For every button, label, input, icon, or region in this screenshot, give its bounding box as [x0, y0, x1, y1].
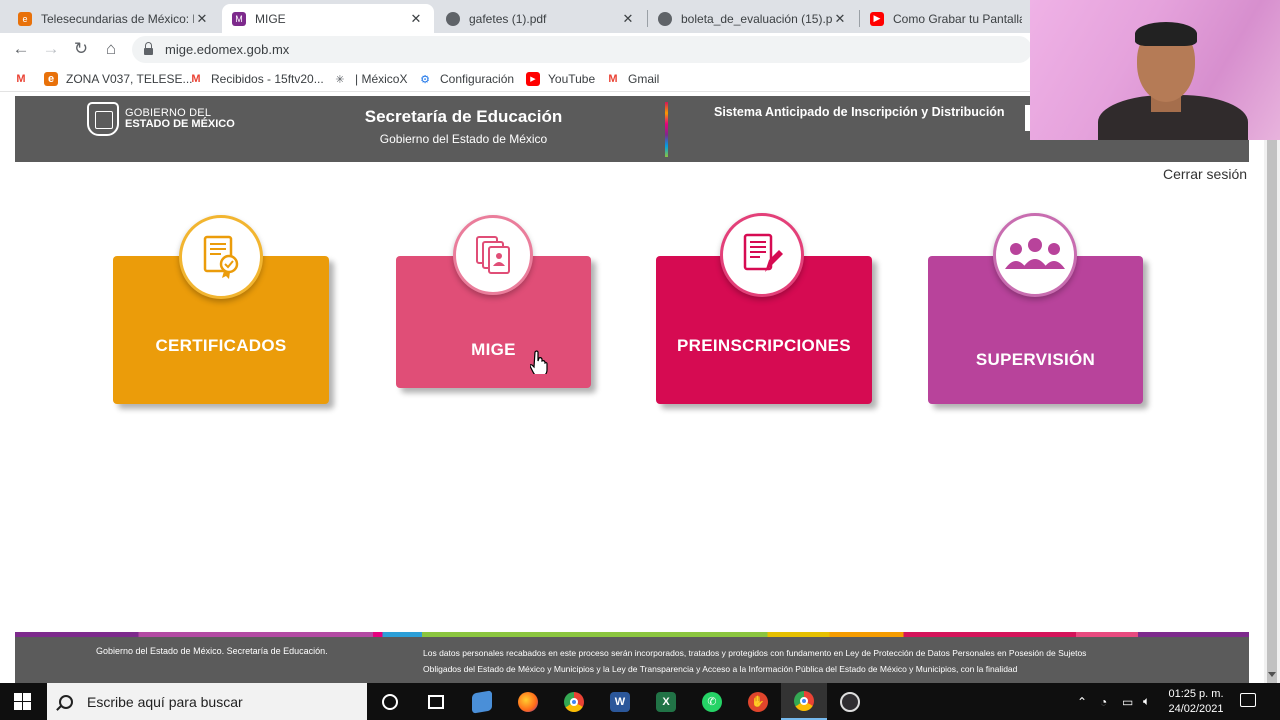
edomex-logo[interactable]: GOBIERNO DEL ESTADO DE MÉXICO — [87, 102, 235, 136]
footer-privacy-notice: Los datos personales recabados en este p… — [423, 648, 1087, 674]
tab-close-icon[interactable]: ✕ — [832, 11, 848, 27]
windows-start-icon[interactable] — [14, 693, 31, 710]
bookmark-recibidos[interactable]: M Recibidos - 15ftv20... — [189, 70, 324, 88]
tab-close-icon[interactable]: ✕ — [194, 11, 210, 27]
bookmark-gmail[interactable]: M Gmail — [606, 70, 659, 88]
footer-copyright: Gobierno del Estado de México. Secretarí… — [96, 646, 328, 656]
gear-icon: ⚙ — [420, 73, 430, 86]
file-explorer-icon[interactable] — [459, 683, 505, 720]
firefox-icon[interactable] — [505, 683, 551, 720]
mexicox-icon: ✳ — [335, 73, 345, 86]
bookmark-zona[interactable]: e ZONA V037, TELESE... — [44, 70, 193, 88]
scroll-down-icon[interactable] — [1268, 672, 1276, 677]
address-bar[interactable]: mige.edomex.gob.mx — [132, 36, 1032, 63]
tab-favicon-icon: e — [18, 11, 32, 26]
tab-title: MIGE — [255, 11, 286, 26]
obs-icon[interactable] — [827, 683, 873, 720]
chrome-icon[interactable] — [551, 683, 597, 720]
tab-close-icon[interactable]: ✕ — [408, 11, 424, 27]
tab-title: Como Grabar tu Pantalla de — [893, 11, 1022, 26]
coat-of-arms-icon — [87, 102, 119, 136]
cortana-icon[interactable] — [367, 683, 413, 720]
header-title: Secretaría de Educación — [364, 107, 563, 126]
bookmark-youtube[interactable]: ▶ YouTube — [526, 70, 595, 88]
forward-arrow-icon[interactable]: → — [40, 38, 62, 60]
bookmark-label: YouTube — [548, 72, 596, 86]
card-label: PREINSCRIPCIONES — [677, 336, 851, 355]
tab-close-icon[interactable]: ✕ — [620, 11, 636, 27]
bookmark-label: ZONA V037, TELESE... — [66, 72, 193, 86]
gmail-icon: M — [191, 73, 201, 85]
chrome-active-icon[interactable] — [781, 683, 827, 720]
telesecundaria-icon: e — [44, 72, 58, 86]
taskbar-search-placeholder: Escribe aquí para buscar — [87, 693, 243, 710]
tab-title: gafetes (1).pdf — [469, 11, 547, 26]
word-icon[interactable]: W — [597, 683, 643, 720]
battery-icon[interactable]: ▭ — [1122, 683, 1133, 720]
secretaria-title: Secretaría de Educación Gobierno del Est… — [335, 107, 592, 146]
notification-icon[interactable] — [1240, 693, 1256, 707]
header-divider — [665, 102, 668, 157]
webcam-overlay — [1030, 0, 1280, 140]
lock-icon — [144, 42, 153, 55]
card-label: CERTIFICADOS — [155, 336, 287, 355]
volume-icon[interactable]: 🔈︎ — [1143, 683, 1150, 720]
excel-icon[interactable]: X — [643, 683, 689, 720]
gmail-icon: M — [608, 73, 618, 85]
globe-icon — [446, 11, 460, 26]
youtube-icon: ▶ — [870, 11, 884, 26]
windows-taskbar: Escribe aquí para buscar W X ✆ ✋ ⌃ ◔ ▭ 🔈… — [0, 683, 1280, 720]
site-footer: Gobierno del Estado de México. Secretarí… — [15, 637, 1249, 683]
card-label: SUPERVISIÓN — [975, 350, 1096, 369]
tab-youtube[interactable]: ▶ Como Grabar tu Pantalla de — [860, 4, 1032, 33]
person-hair — [1135, 22, 1197, 46]
tab-boleta[interactable]: boleta_de_evaluación (15).pdf ✕ — [648, 4, 858, 33]
scroll-thumb[interactable] — [1267, 136, 1277, 720]
bookmark-label: | MéxicoX — [355, 72, 408, 86]
header-subtitle: Gobierno del Estado de México — [379, 132, 548, 146]
bookmark-label: Recibidos - 15ftv20... — [211, 72, 324, 86]
search-icon — [59, 694, 73, 709]
documents-icon[interactable] — [453, 215, 533, 295]
tab-telesecundarias[interactable]: e Telesecundarias de México: PLA ✕ — [8, 4, 220, 33]
bookmark-mexicox[interactable]: ✳ | MéxicoX — [333, 70, 407, 88]
form-pen-icon[interactable] — [720, 213, 804, 297]
group-icon[interactable] — [993, 213, 1077, 297]
bookmark-configuracion[interactable]: ⚙ Configuración — [418, 70, 514, 88]
url-text: mige.edomex.gob.mx — [165, 42, 290, 57]
globe-icon — [658, 11, 672, 26]
whatsapp-icon[interactable]: ✆ — [689, 683, 735, 720]
bookmark-label: Configuración — [440, 72, 515, 86]
taskbar-clock[interactable]: 01:25 p. m. 24/02/2021 — [1163, 687, 1229, 717]
logo-text: GOBIERNO DEL ESTADO DE MÉXICO — [125, 108, 235, 130]
app-icon[interactable]: ✋ — [735, 683, 781, 720]
network-icon[interactable]: ◔ — [1100, 683, 1107, 720]
page-scrollbar[interactable] — [1264, 96, 1280, 720]
tab-gafetes[interactable]: gafetes (1).pdf ✕ — [436, 4, 646, 33]
card-label: MIGE — [471, 340, 516, 359]
system-title: Sistema Anticipado de Inscripción y Dist… — [714, 105, 1005, 119]
youtube-icon: ▶ — [526, 72, 540, 86]
certificate-icon[interactable] — [179, 215, 263, 299]
gmail-icon: M — [16, 73, 26, 85]
bookmark-label: Gmail — [628, 72, 660, 86]
bookmark-gmail-icon-only[interactable]: M — [14, 70, 36, 88]
logo-line-2: ESTADO DE MÉXICO — [125, 118, 235, 130]
taskbar-search[interactable]: Escribe aquí para buscar — [47, 683, 367, 720]
logout-link[interactable]: Cerrar sesión — [1163, 166, 1247, 182]
tray-chevron-icon[interactable]: ⌃ — [1077, 683, 1087, 720]
tab-title: Telesecundarias de México: PLA — [41, 11, 194, 26]
tab-mige[interactable]: M MIGE ✕ — [222, 4, 434, 33]
home-icon[interactable]: ⌂ — [100, 38, 122, 60]
task-view-icon[interactable] — [413, 683, 459, 720]
hand-cursor-icon — [530, 350, 548, 374]
clock-date: 24/02/2021 — [1168, 703, 1224, 715]
clock-time: 01:25 p. m. — [1168, 688, 1224, 700]
reload-icon[interactable]: ↻ — [70, 38, 92, 60]
back-arrow-icon[interactable]: ← — [10, 38, 32, 60]
tab-title: boleta_de_evaluación (15).pdf — [681, 11, 832, 26]
tab-favicon-icon: M — [232, 11, 246, 26]
